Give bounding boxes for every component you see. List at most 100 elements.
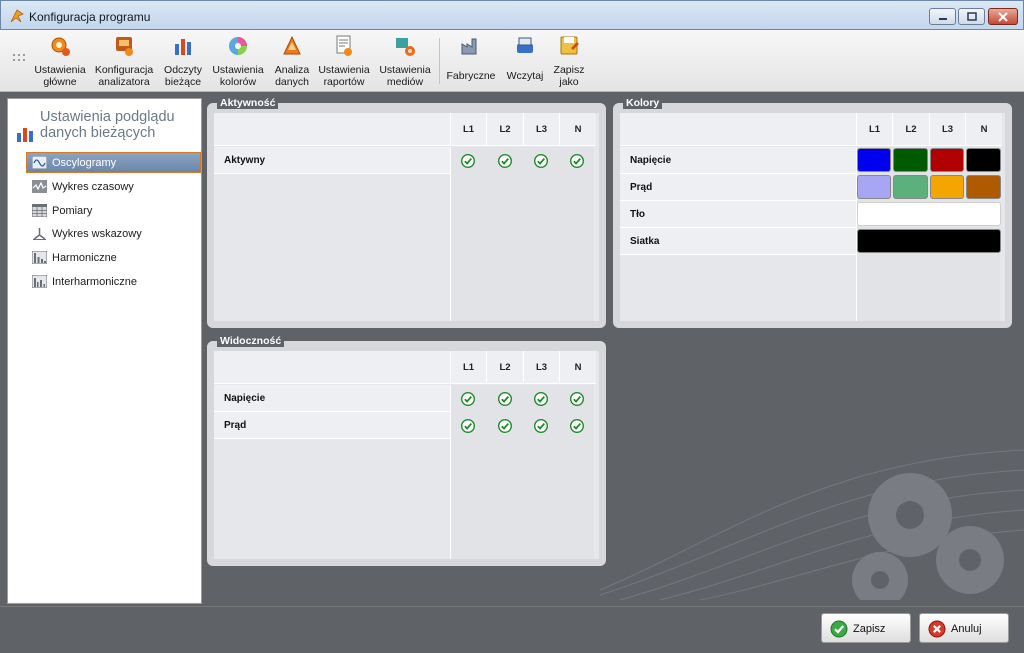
row-label: Napięcie <box>630 155 672 166</box>
checkmark-icon[interactable] <box>461 154 475 168</box>
color-swatch-current-l2[interactable] <box>893 175 928 199</box>
toolbar-grip-icon[interactable] <box>13 54 27 62</box>
table-row: Aktywny <box>214 147 450 174</box>
toolbar-save-as-button[interactable]: Zapisz jako <box>550 34 588 88</box>
toolbar-label-line2: mediów <box>386 76 424 88</box>
toolbar-label-line1: Fabryczne <box>446 70 496 82</box>
visibility-header: L1 L2 L3 N <box>450 351 596 384</box>
checkmark-icon[interactable] <box>534 419 548 433</box>
sidebar-item-label: Oscylogramy <box>52 157 117 169</box>
sidebar-item-interharmonics[interactable]: Interharmoniczne <box>26 271 201 292</box>
checkmark-icon[interactable] <box>461 392 475 406</box>
checkmark-icon[interactable] <box>498 392 512 406</box>
gear-icon <box>51 37 70 56</box>
toolbar-report-settings-button[interactable]: Ustawienia raportów <box>318 34 370 88</box>
activity-header: L1 L2 L3 N <box>450 113 596 146</box>
activity-group-title: Aktywność <box>217 97 279 109</box>
activity-grid: L1 L2 L3 N Aktywny <box>214 113 599 321</box>
checkmark-icon[interactable] <box>534 154 548 168</box>
toolbar-color-settings-button[interactable]: Ustawienia kolorów <box>212 34 264 88</box>
restore-icon <box>966 12 977 21</box>
toolbar-label-line2: raportów <box>323 76 365 88</box>
waveform-icon <box>32 156 47 169</box>
row-label: Napięcie <box>224 393 266 404</box>
checkmark-icon[interactable] <box>570 392 584 406</box>
app-logo-icon <box>10 9 24 23</box>
cancel-button-label: Anuluj <box>951 623 982 635</box>
colors-grid: L1 L2 L3 N Napięcie Prąd Tło Siatka <box>620 113 1005 321</box>
visibility-header-spacer <box>214 351 450 384</box>
colors-header-spacer <box>620 113 856 146</box>
toolbar-factory-button[interactable]: Fabryczne <box>445 34 497 82</box>
toolbar-load-button[interactable]: Wczytaj <box>504 34 546 82</box>
settings-navigation: Ustawienia podglądu danych bieżących Osc… <box>7 98 202 604</box>
column-header: L3 <box>929 113 965 146</box>
sidebar-item-phasor-chart[interactable]: Wykres wskazowy <box>26 223 201 244</box>
save-button-label: Zapisz <box>853 623 886 635</box>
toolbar-label-line1: Wczytaj <box>506 70 544 82</box>
close-icon <box>998 12 1008 22</box>
toolbar-label-line1: Analiza <box>274 64 310 76</box>
toolbar-label-line2: kolorów <box>219 76 257 88</box>
window-title: Konfiguracja programu <box>29 10 151 24</box>
toolbar-label-line2: jako <box>559 76 579 88</box>
color-swatch-current-l3[interactable] <box>930 175 964 199</box>
interharmonics-icon <box>32 275 47 288</box>
colors-header: L1 L2 L3 N <box>856 113 1002 146</box>
color-swatch-background[interactable] <box>857 202 1001 226</box>
cancel-button[interactable]: Anuluj <box>919 613 1009 643</box>
navigation-heading: Ustawienia podglądu danych bieżących <box>40 109 175 141</box>
activity-values-column <box>450 147 594 321</box>
table-row: Prąd <box>620 174 856 201</box>
toolbar-label-line2: analizatora <box>98 76 150 88</box>
phasor-icon <box>33 228 46 240</box>
checkmark-icon[interactable] <box>570 419 584 433</box>
sidebar-item-harmonics[interactable]: Harmoniczne <box>26 247 201 268</box>
toolbar-label-line2: danych <box>275 76 309 88</box>
report-icon <box>336 35 352 56</box>
color-swatch-grid[interactable] <box>857 229 1001 253</box>
background-decoration <box>600 449 1024 600</box>
load-icon <box>517 37 533 53</box>
restore-button[interactable] <box>958 8 985 25</box>
sidebar-item-oscillograms[interactable]: Oscylogramy <box>26 152 201 173</box>
table-row: Napięcie <box>214 385 450 412</box>
save-button[interactable]: Zapisz <box>821 613 911 643</box>
colors-group-title: Kolory <box>623 97 663 109</box>
color-swatch-voltage-l3[interactable] <box>930 148 964 172</box>
close-button[interactable] <box>988 8 1018 25</box>
sidebar-item-label: Harmoniczne <box>52 252 117 264</box>
color-swatch-current-n[interactable] <box>966 175 1001 199</box>
toolbar-current-readings-button[interactable]: Odczyty bieżące <box>160 34 206 88</box>
visibility-grid: L1 L2 L3 N Napięcie Prąd <box>214 351 599 559</box>
column-header: L3 <box>523 351 559 384</box>
sidebar-item-label: Wykres czasowy <box>52 181 134 193</box>
sidebar-item-time-chart[interactable]: Wykres czasowy <box>26 176 201 197</box>
table-row: Prąd <box>214 412 450 439</box>
toolbar: Ustawienia główne Konfiguracja analizato… <box>0 30 1024 92</box>
column-header: L1 <box>856 113 892 146</box>
color-swatch-current-l1[interactable] <box>857 175 891 199</box>
toolbar-label-line2: bieżące <box>164 76 202 88</box>
sidebar-item-label: Interharmoniczne <box>52 276 137 288</box>
toolbar-label-line2: główne <box>43 76 77 88</box>
column-header: L2 <box>486 113 523 146</box>
column-header: N <box>559 351 596 384</box>
minimize-button[interactable] <box>929 8 956 25</box>
checkmark-icon[interactable] <box>498 154 512 168</box>
bar-chart-icon <box>175 39 191 55</box>
color-swatch-voltage-n[interactable] <box>966 148 1001 172</box>
checkmark-icon[interactable] <box>570 154 584 168</box>
analyzer-icon <box>116 37 133 56</box>
checkmark-icon[interactable] <box>534 392 548 406</box>
toolbar-data-analysis-button[interactable]: Analiza danych <box>270 34 314 88</box>
checkmark-icon[interactable] <box>498 419 512 433</box>
color-swatch-voltage-l1[interactable] <box>857 148 891 172</box>
toolbar-main-settings-button[interactable]: Ustawienia główne <box>33 34 87 88</box>
sidebar-item-measurements[interactable]: Pomiary <box>26 200 201 221</box>
checkmark-icon[interactable] <box>461 419 475 433</box>
toolbar-media-settings-button[interactable]: Ustawienia mediów <box>378 34 432 88</box>
color-swatch-voltage-l2[interactable] <box>893 148 928 172</box>
toolbar-label-line1: Odczyty <box>164 64 202 76</box>
toolbar-analyzer-config-button[interactable]: Konfiguracja analizatora <box>94 34 154 88</box>
